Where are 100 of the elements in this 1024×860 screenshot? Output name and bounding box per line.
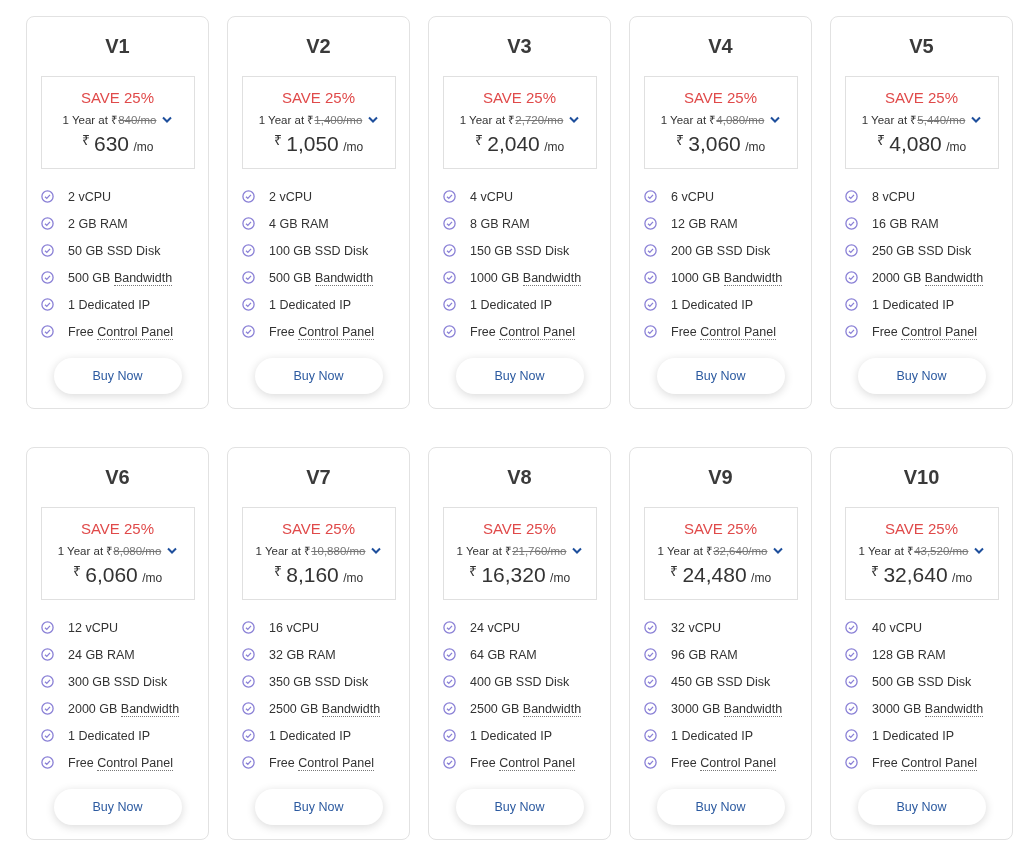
billing-term[interactable]: 1 Year at ₹5,440/mo [861,112,966,127]
feature-text: 1 Dedicated IP [470,728,552,743]
discount-label: SAVE 25% [281,89,356,106]
check-circle-icon [644,702,657,715]
check-circle-icon [242,648,255,661]
check-circle-icon [41,298,54,311]
check-circle-icon [644,675,657,688]
price: $^{₹}$ 1,050 /mo [273,131,364,157]
chevron-down-icon[interactable] [572,547,583,554]
chevron-down-icon[interactable] [971,116,982,123]
billing-term[interactable]: 1 Year at ₹840/mo [62,112,157,127]
plan-name: V7 [306,466,331,489]
check-circle-icon [443,271,456,284]
buy-now-button[interactable]: Buy Now [455,358,584,394]
price: $^{₹}$ 4,080 /mo [876,131,967,157]
check-circle-icon [443,298,456,311]
check-circle-icon [443,621,456,634]
discount-label: SAVE 25% [482,520,557,537]
chevron-down-icon[interactable] [569,116,580,123]
check-circle-icon [242,325,255,338]
buy-now-button[interactable]: Buy Now [254,789,383,825]
billing-term[interactable]: 1 Year at ₹1,400/mo [258,112,363,127]
feature-text: Free Control Panel [269,324,374,339]
feature-text: 350 GB SSD Disk [269,674,369,689]
buy-now-button[interactable]: Buy Now [656,358,785,394]
check-circle-icon [41,756,54,769]
feature-text: 500 GB Bandwidth [68,270,173,285]
feature-text: 1000 GB Bandwidth [671,270,783,285]
billing-term[interactable]: 1 Year at ₹21,760/mo [456,543,567,558]
buy-now-button[interactable]: Buy Now [455,789,584,825]
price: $^{₹}$ 16,320 /mo [468,562,571,588]
buy-now-button[interactable]: Buy Now [53,789,182,825]
billing-term[interactable]: 1 Year at ₹4,080/mo [660,112,765,127]
buy-now-button[interactable]: Buy Now [254,358,383,394]
check-circle-icon [242,729,255,742]
check-circle-icon [242,298,255,311]
check-circle-icon [443,675,456,688]
chevron-down-icon[interactable] [770,116,781,123]
feature-text: 40 vCPU [872,620,923,635]
feature-text: 100 GB SSD Disk [269,243,369,258]
feature-text: 450 GB SSD Disk [671,674,771,689]
discount-label: SAVE 25% [482,89,557,106]
feature-text: 500 GB SSD Disk [872,674,972,689]
chevron-down-icon[interactable] [371,547,382,554]
feature-text: Free Control Panel [470,324,575,339]
feature-text: 4 GB RAM [269,216,329,231]
feature-text: 150 GB SSD Disk [470,243,570,258]
feature-text: 3000 GB Bandwidth [872,701,984,716]
feature-text: 500 GB Bandwidth [269,270,374,285]
billing-term[interactable]: 1 Year at ₹10,880/mo [255,543,366,558]
feature-text: 1 Dedicated IP [872,728,954,743]
billing-term[interactable]: 1 Year at ₹2,720/mo [459,112,564,127]
feature-text: 24 vCPU [470,620,521,635]
price: $^{₹}$ 3,060 /mo [675,131,766,157]
feature-text: 2 GB RAM [68,216,128,231]
feature-text: 16 vCPU [269,620,320,635]
buy-now-button[interactable]: Buy Now [656,789,785,825]
chevron-down-icon[interactable] [773,547,784,554]
feature-text: 1 Dedicated IP [68,728,150,743]
check-circle-icon [242,271,255,284]
buy-now-button[interactable]: Buy Now [857,789,986,825]
discount-label: SAVE 25% [683,520,758,537]
check-circle-icon [41,621,54,634]
price: $^{₹}$ 630 /mo [81,131,154,157]
check-circle-icon [41,729,54,742]
chevron-down-icon[interactable] [368,116,379,123]
feature-text: 64 GB RAM [470,647,537,662]
feature-text: 2 vCPU [269,189,313,204]
feature-text: 2500 GB Bandwidth [269,701,381,716]
feature-text: 1 Dedicated IP [671,728,753,743]
feature-text: 1 Dedicated IP [470,297,552,312]
discount-label: SAVE 25% [80,520,155,537]
check-circle-icon [242,702,255,715]
discount-label: SAVE 25% [884,89,959,106]
chevron-down-icon[interactable] [167,547,178,554]
check-circle-icon [242,621,255,634]
feature-text: 1 Dedicated IP [671,297,753,312]
chevron-down-icon[interactable] [974,547,985,554]
feature-text: 300 GB SSD Disk [68,674,168,689]
check-circle-icon [242,756,255,769]
chevron-down-icon[interactable] [162,116,173,123]
check-circle-icon [845,325,858,338]
feature-text: 8 vCPU [872,189,916,204]
billing-term[interactable]: 1 Year at ₹32,640/mo [657,543,768,558]
check-circle-icon [242,244,255,257]
feature-text: 1 Dedicated IP [872,297,954,312]
check-circle-icon [845,702,858,715]
check-circle-icon [443,648,456,661]
check-circle-icon [443,190,456,203]
price: $^{₹}$ 32,640 /mo [870,562,973,588]
feature-text: 6 vCPU [671,189,715,204]
feature-text: Free Control Panel [872,324,977,339]
feature-text: Free Control Panel [470,755,575,770]
buy-now-button[interactable]: Buy Now [857,358,986,394]
billing-term[interactable]: 1 Year at ₹8,080/mo [57,543,162,558]
check-circle-icon [242,217,255,230]
billing-term[interactable]: 1 Year at ₹43,520/mo [858,543,969,558]
feature-text: Free Control Panel [68,324,173,339]
plan-name: V3 [507,35,532,58]
buy-now-button[interactable]: Buy Now [53,358,182,394]
